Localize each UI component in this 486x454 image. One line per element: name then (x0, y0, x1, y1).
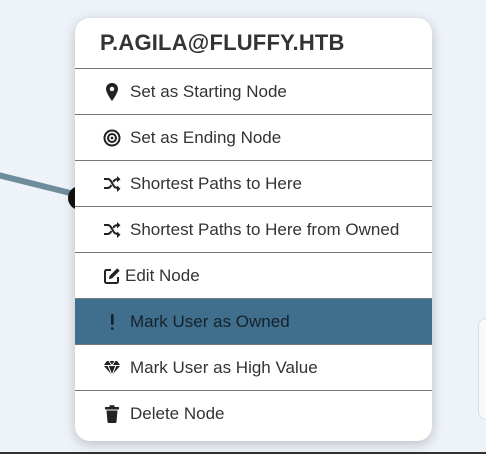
menu-item-set-starting-node[interactable]: Set as Starting Node (75, 68, 432, 114)
menu-item-label: Shortest Paths to Here (130, 173, 302, 193)
menu-item-label: Mark User as High Value (130, 357, 318, 377)
context-menu: P.AGILA@FLUFFY.HTB Set as Starting Node … (75, 18, 432, 441)
menu-item-shortest-paths-from-owned[interactable]: Shortest Paths to Here from Owned (75, 206, 432, 252)
menu-item-mark-high-value[interactable]: Mark User as High Value (75, 344, 432, 390)
menu-item-label: Set as Starting Node (130, 81, 287, 101)
menu-item-edit-node[interactable]: Edit Node (75, 252, 432, 298)
map-marker-icon (103, 82, 121, 101)
gem-icon (103, 359, 121, 377)
menu-item-mark-owned[interactable]: Mark User as Owned (75, 298, 432, 344)
menu-item-set-ending-node[interactable]: Set as Ending Node (75, 114, 432, 160)
menu-title: P.AGILA@FLUFFY.HTB (100, 30, 345, 55)
trash-icon (103, 404, 121, 423)
menu-item-label: Set as Ending Node (130, 127, 282, 147)
graph-node-partial[interactable] (478, 318, 486, 420)
menu-item-shortest-paths-to-here[interactable]: Shortest Paths to Here (75, 160, 432, 206)
menu-item-label: Edit Node (125, 265, 200, 285)
edit-icon (103, 267, 121, 285)
menu-item-label: Mark User as Owned (130, 311, 290, 331)
graph-canvas[interactable]: P.AGILA@FLUFFY.HTB Set as Starting Node … (0, 0, 486, 454)
menu-item-label: Shortest Paths to Here from Owned (130, 219, 400, 239)
menu-item-delete-node[interactable]: Delete Node (75, 390, 432, 436)
exclamation-icon (103, 313, 121, 331)
shuffle-icon (103, 221, 121, 239)
target-icon (103, 129, 121, 147)
menu-item-label: Delete Node (130, 403, 225, 423)
shuffle-icon (103, 175, 121, 193)
